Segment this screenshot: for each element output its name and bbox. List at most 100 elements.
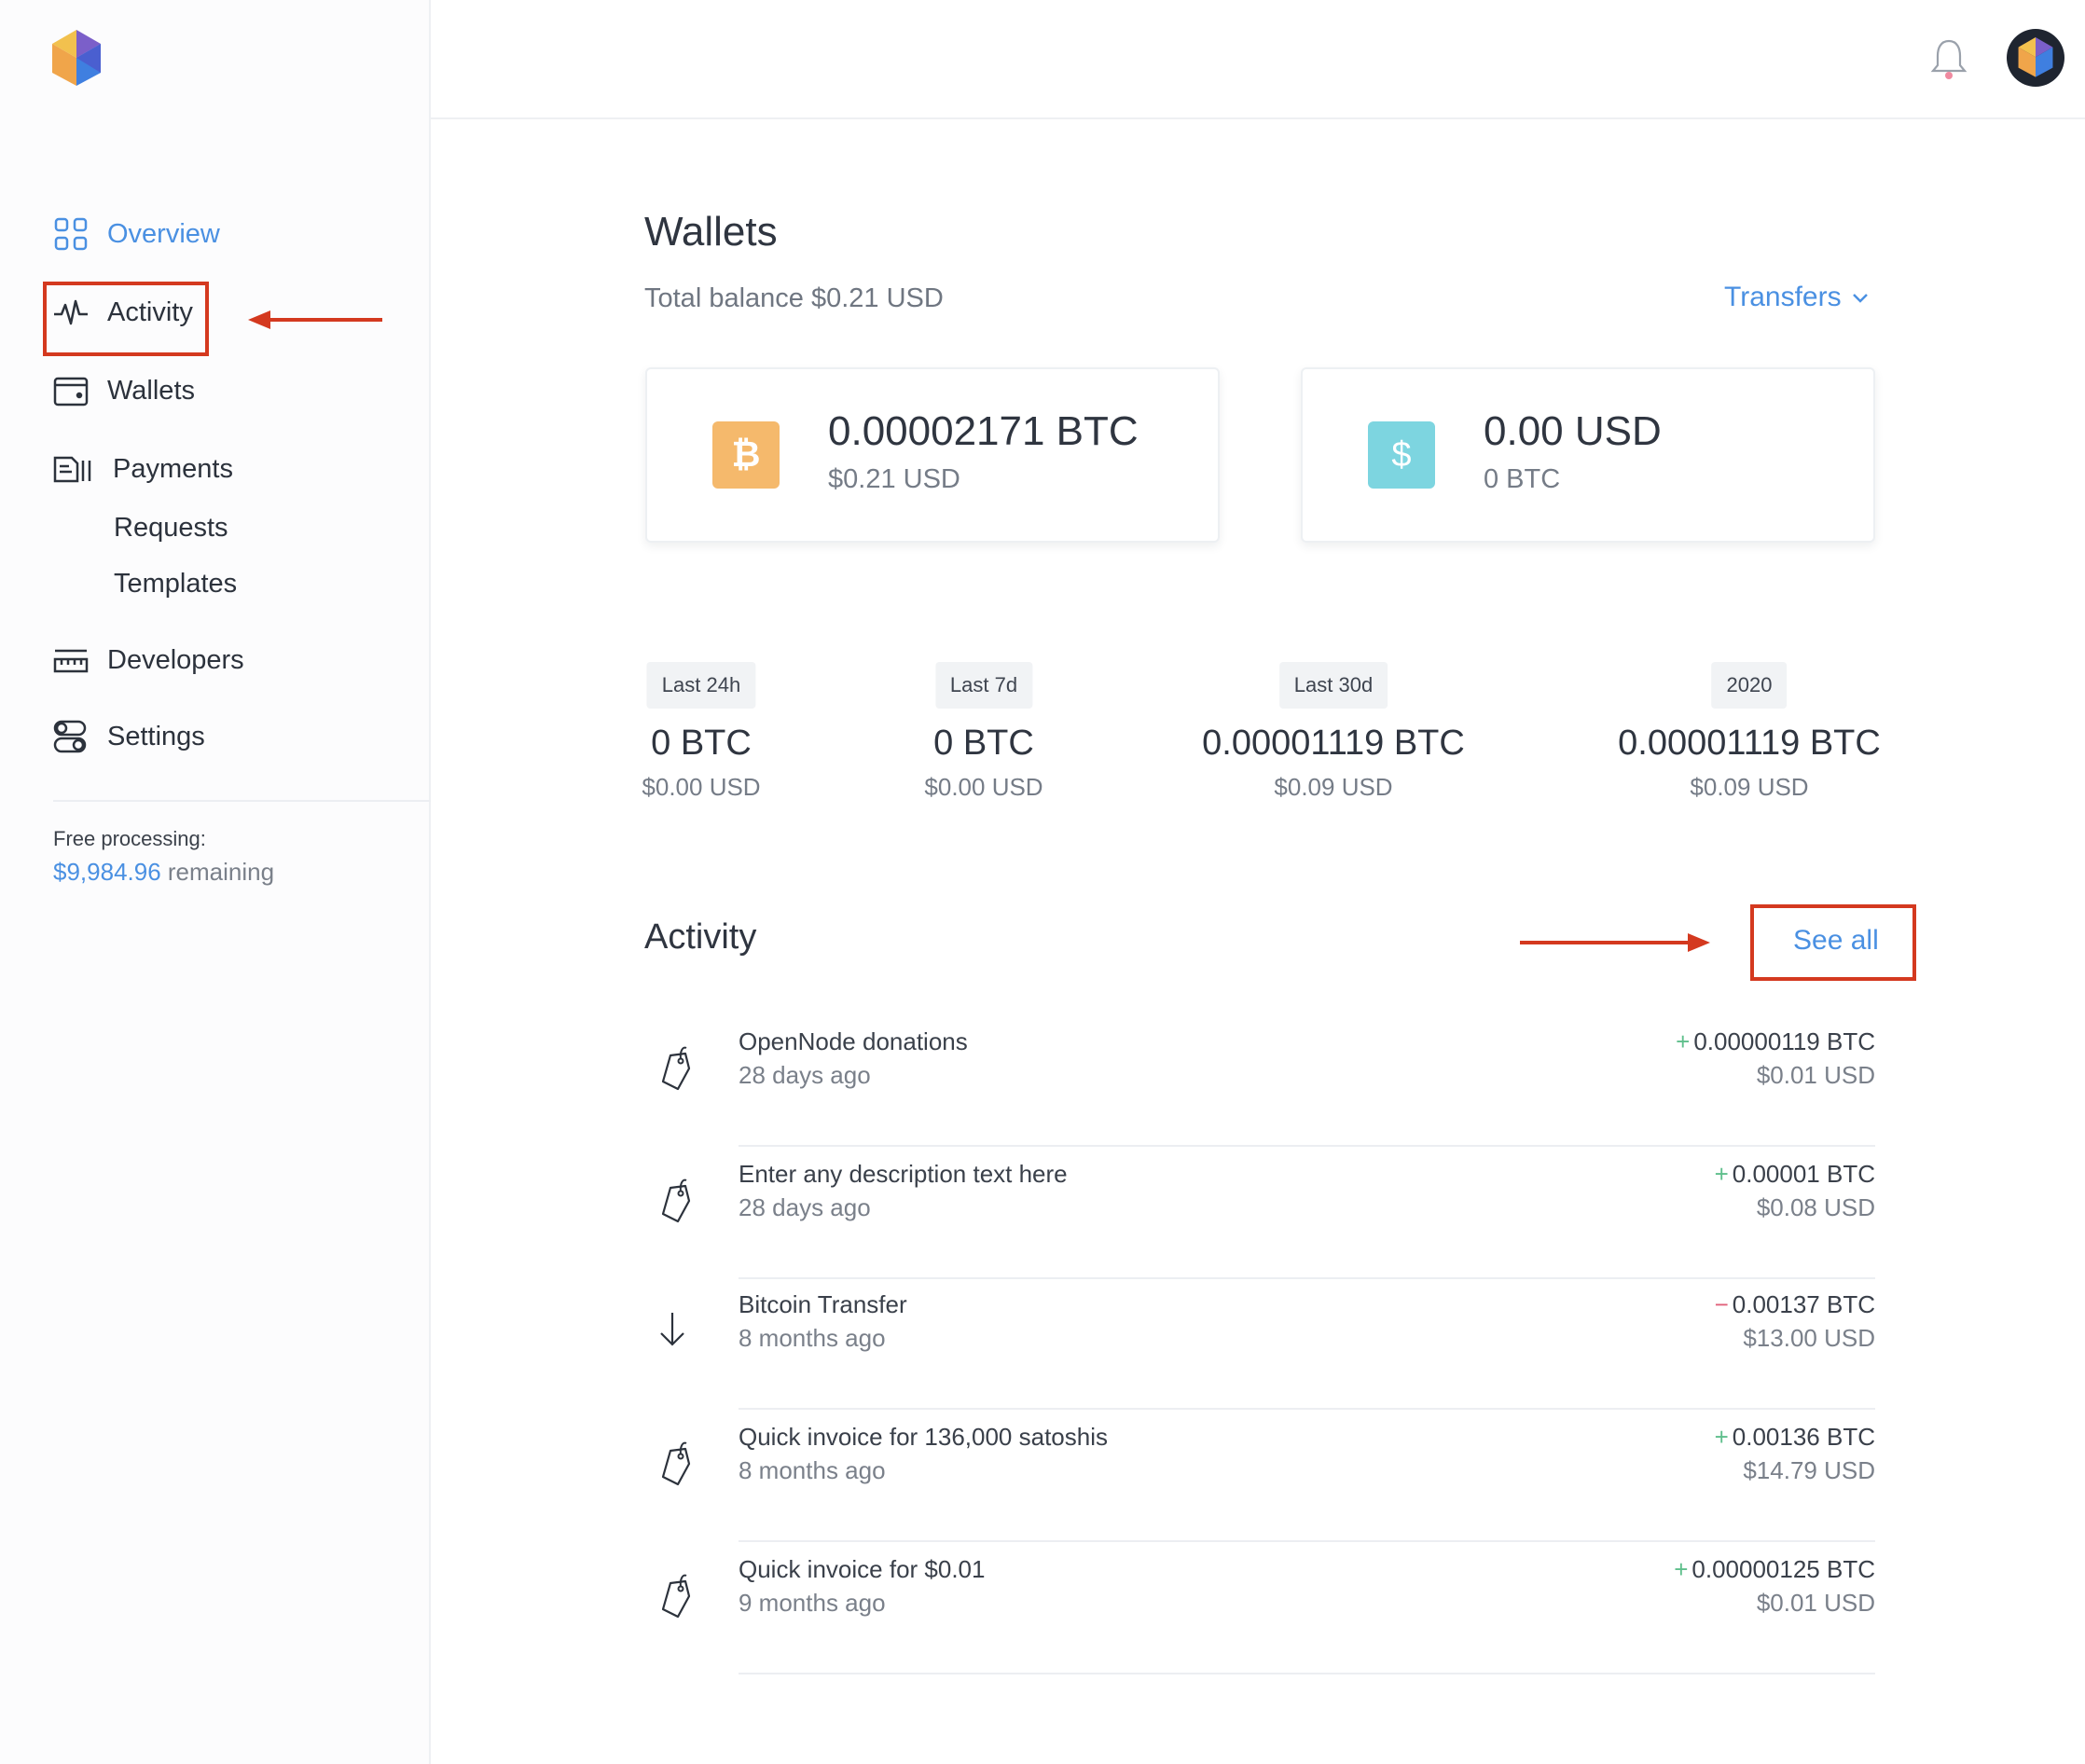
sidebar: Overview Activity Wallets Payments Reque… (0, 0, 431, 1764)
activity-time: 28 days ago (739, 1193, 871, 1221)
total-balance: Total balance $0.21 USD (644, 283, 944, 313)
amount-sign: − (1714, 1290, 1729, 1318)
period-badge: 2020 (1711, 662, 1788, 709)
amount-sign: + (1714, 1160, 1729, 1188)
free-processing-label: Free processing: (53, 827, 206, 850)
period-badge: Last 24h (646, 662, 756, 709)
activity-row[interactable]: OpenNode donations 28 days ago +0.000001… (644, 1016, 1875, 1147)
period-usd: $0.00 USD (642, 773, 761, 801)
free-processing-suffix: remaining (160, 858, 275, 886)
payments-icon (53, 451, 92, 487)
period-value: 0.00001119 BTC (1202, 724, 1465, 763)
page-title: Wallets (644, 209, 778, 255)
activity-row[interactable]: Quick invoice for $0.01 9 months ago +0.… (644, 1544, 1875, 1674)
sidebar-item-developers[interactable]: Developers (53, 642, 244, 678)
sidebar-item-label: Developers (107, 644, 244, 675)
activity-description: OpenNode donations (739, 1027, 968, 1055)
activity-usd: $0.01 USD (1756, 1589, 1875, 1617)
wallet-amount: 0.00002171 BTC (828, 408, 1139, 454)
period-usd: $0.09 USD (1274, 773, 1393, 801)
activity-usd: $0.08 USD (1756, 1193, 1875, 1221)
amount-sign: + (1676, 1027, 1691, 1055)
chevron-down-icon (1852, 294, 1868, 303)
tag-icon (661, 1178, 691, 1223)
sidebar-item-label: Payments (113, 453, 233, 484)
toggles-icon (53, 719, 89, 754)
bitcoin-icon: ₿ (712, 421, 780, 489)
sidebar-item-overview[interactable]: Overview (53, 216, 220, 252)
activity-time: 9 months ago (739, 1589, 886, 1617)
annotation-arrow-left-icon (248, 310, 382, 329)
activity-row[interactable]: Bitcoin Transfer 8 months ago −0.00137 B… (644, 1279, 1875, 1410)
period-value: 0 BTC (933, 724, 1034, 763)
period-stat-7d: Last 7d 0 BTC $0.00 USD (924, 662, 1043, 802)
free-processing-remaining: $9,984.96 remaining (53, 858, 274, 887)
period-stat-30d: Last 30d 0.00001119 BTC $0.09 USD (1202, 662, 1465, 802)
activity-amount: +0.00001 BTC (1715, 1160, 1875, 1189)
ruler-icon (53, 642, 89, 678)
dollar-icon: $ (1368, 421, 1435, 489)
sidebar-item-label: Wallets (107, 375, 195, 406)
activity-time: 8 months ago (739, 1324, 886, 1352)
wallet-amount: 0.00 USD (1484, 408, 1662, 454)
amount-value: 0.00000119 BTC (1693, 1027, 1875, 1055)
activity-description: Quick invoice for $0.01 (739, 1555, 986, 1583)
wallet-icon (53, 373, 89, 408)
sidebar-item-payments[interactable]: Payments (53, 451, 233, 487)
sidebar-item-templates[interactable]: Templates (114, 569, 237, 599)
row-divider (739, 1673, 1875, 1674)
user-avatar[interactable] (2007, 29, 2064, 87)
wallet-sub-amount: 0 BTC (1484, 464, 1561, 494)
sidebar-item-label: Settings (107, 721, 205, 751)
period-badge: Last 7d (934, 662, 1033, 709)
activity-row[interactable]: Quick invoice for 136,000 satoshis 8 mon… (644, 1412, 1875, 1542)
activity-amount: +0.00136 BTC (1715, 1423, 1875, 1452)
period-value: 0 BTC (651, 724, 752, 763)
annotation-arrow-right-icon (1520, 933, 1710, 952)
free-processing-amount[interactable]: $9,984.96 (53, 858, 161, 886)
amount-value: 0.00136 BTC (1732, 1423, 1875, 1451)
tag-icon (661, 1574, 691, 1619)
activity-description: Bitcoin Transfer (739, 1290, 907, 1318)
grid-icon (53, 216, 89, 252)
activity-usd: $13.00 USD (1743, 1324, 1875, 1352)
period-usd: $0.00 USD (924, 773, 1043, 801)
activity-section-title: Activity (644, 917, 757, 957)
activity-time: 28 days ago (739, 1061, 871, 1089)
wallet-sub-amount: $0.21 USD (828, 464, 960, 494)
row-divider (739, 1145, 1875, 1147)
period-value: 0.00001119 BTC (1618, 724, 1881, 763)
sidebar-item-settings[interactable]: Settings (53, 719, 205, 754)
row-divider (739, 1540, 1875, 1542)
activity-row[interactable]: Enter any description text here 28 days … (644, 1149, 1875, 1279)
transfers-label: Transfers (1724, 282, 1842, 312)
highlight-box-activity (43, 282, 209, 356)
avatar-logo-icon (2018, 37, 2053, 77)
sidebar-divider (53, 800, 431, 802)
amount-value: 0.00001 BTC (1732, 1160, 1875, 1188)
tag-icon (661, 1046, 691, 1091)
activity-time: 8 months ago (739, 1456, 886, 1484)
arrow-down-icon (660, 1313, 684, 1346)
sidebar-item-wallets[interactable]: Wallets (53, 373, 195, 408)
activity-usd: $14.79 USD (1743, 1456, 1875, 1484)
activity-amount: +0.00000119 BTC (1676, 1027, 1875, 1056)
wallet-card-usd[interactable]: $ 0.00 USD 0 BTC (1301, 367, 1875, 543)
opennode-logo[interactable] (50, 30, 103, 88)
amount-value: 0.00137 BTC (1732, 1290, 1875, 1318)
row-divider (739, 1408, 1875, 1410)
sidebar-item-requests[interactable]: Requests (114, 513, 228, 544)
period-stat-2020: 2020 0.00001119 BTC $0.09 USD (1618, 662, 1881, 802)
bell-icon[interactable] (1930, 37, 1968, 82)
wallet-card-btc[interactable]: ₿ 0.00002171 BTC $0.21 USD (645, 367, 1220, 543)
highlight-box-see-all (1750, 904, 1916, 981)
activity-amount: −0.00137 BTC (1715, 1290, 1875, 1319)
tag-icon (661, 1441, 691, 1486)
amount-sign: + (1714, 1423, 1729, 1451)
period-badge: Last 30d (1278, 662, 1388, 709)
activity-description: Enter any description text here (739, 1160, 1068, 1188)
period-usd: $0.09 USD (1690, 773, 1809, 801)
activity-description: Quick invoice for 136,000 satoshis (739, 1423, 1108, 1451)
activity-usd: $0.01 USD (1756, 1061, 1875, 1089)
transfers-dropdown[interactable]: Transfers (1724, 282, 1870, 313)
